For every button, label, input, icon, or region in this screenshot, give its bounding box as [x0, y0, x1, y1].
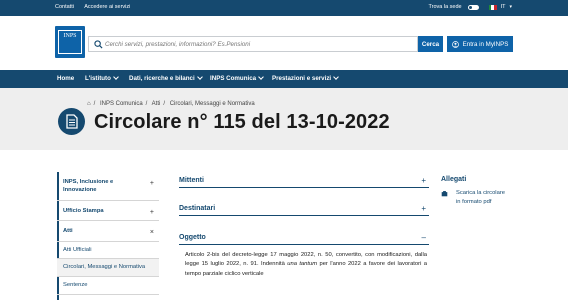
contatti-link[interactable]: Contatti	[55, 4, 74, 10]
top-links: Contatti Accedere ai servizi	[55, 4, 139, 10]
logo-text: INPS	[63, 33, 77, 39]
nav-prestazioni[interactable]: Prestazioni e servizi	[272, 75, 338, 82]
attachments-panel: Allegati Scarica la circolare in formato…	[441, 176, 511, 207]
accordion-label: Destinatari	[179, 205, 216, 212]
oggetto-text: Articolo 2-bis del decreto-legge 17 magg…	[179, 251, 429, 279]
main-nav: Home L'istituto Dati, ricerche e bilanci…	[0, 70, 568, 88]
search-box	[88, 36, 418, 52]
language-selector[interactable]: IT	[501, 4, 506, 10]
sidebar-item-label: Atti	[63, 228, 73, 235]
accordion-destinatari[interactable]: Destinatari +	[179, 202, 429, 216]
page-title: Circolare n° 115 del 13-10-2022	[94, 111, 390, 133]
nav-dati-ricerche[interactable]: Dati, ricerche e bilanci	[129, 75, 202, 82]
accordion-header[interactable]: Oggetto –	[179, 231, 429, 245]
plus-icon: +	[421, 176, 426, 185]
breadcrumb-item[interactable]: INPS Comunica	[100, 101, 143, 107]
accordion-label: Oggetto	[179, 234, 206, 241]
chevron-down-icon: ▾	[509, 4, 512, 10]
expand-icon: +	[149, 180, 154, 187]
download-pdf-link[interactable]: Scarica la circolare in formato pdf	[441, 189, 511, 207]
accordion-oggetto: Oggetto – Articolo 2-bis del decreto-leg…	[179, 231, 429, 279]
sidebar-item-atti-ufficiali[interactable]: Atti Ufficiali	[57, 242, 159, 260]
accordion-mittenti[interactable]: Mittenti +	[179, 174, 429, 188]
accordion-label: Mittenti	[179, 177, 204, 184]
search-input[interactable]	[105, 37, 415, 51]
login-label: Entra in MyINPS	[462, 40, 509, 48]
search-icon	[94, 40, 103, 49]
close-icon: ×	[149, 229, 154, 237]
site-header: INPS Cerca Entra in MyINPS	[0, 16, 568, 70]
sidebar-item-circolari[interactable]: Circolari, Messaggi e Normativa	[57, 259, 159, 277]
nav-home[interactable]: Home	[57, 75, 74, 82]
breadcrumb: ⌂ / INPS Comunica / Atti / Circolari, Messa…	[87, 101, 255, 107]
top-right-tools: Trova la sede IT ▾	[428, 4, 512, 10]
nav-inps-comunica[interactable]: INPS Comunica	[210, 75, 263, 82]
sidebar-item-label: Ufficio Stampa	[63, 207, 104, 214]
accedere-servizi-link[interactable]: Accedere ai servizi	[84, 4, 130, 10]
sidebar: INPS, Inclusione e Innovazione + Ufficio…	[57, 172, 159, 295]
download-icon	[441, 191, 448, 197]
italy-flag-icon	[488, 4, 497, 10]
accordion-header[interactable]: Mittenti +	[179, 174, 429, 188]
breadcrumb-item[interactable]: Atti	[152, 101, 161, 107]
user-icon	[451, 40, 459, 48]
logo-frame: INPS	[58, 30, 82, 54]
sidebar-item-ufficio-stampa[interactable]: Ufficio Stampa +	[57, 201, 159, 222]
find-office-label[interactable]: Trova la sede	[428, 4, 461, 10]
sidebar-item-label: INPS, Inclusione e Innovazione	[63, 179, 114, 194]
top-utility-bar: Contatti Accedere ai servizi Trova la se…	[0, 0, 568, 16]
expand-icon: +	[149, 208, 154, 216]
sidebar-item-sentenze[interactable]: Sentenze	[57, 277, 159, 295]
toggle-switch[interactable]	[467, 4, 479, 10]
search-button[interactable]: Cerca	[418, 36, 443, 52]
sidebar-item-inclusione[interactable]: INPS, Inclusione e Innovazione +	[57, 172, 159, 201]
page-hero: ⌂ / INPS Comunica / Atti / Circolari, Messa…	[0, 88, 568, 150]
plus-icon: +	[421, 204, 426, 213]
sidebar-item-atti[interactable]: Atti ×	[57, 221, 159, 242]
accordion-header[interactable]: Destinatari +	[179, 202, 429, 216]
document-icon	[58, 108, 85, 135]
login-button[interactable]: Entra in MyINPS	[447, 36, 513, 52]
home-icon[interactable]: ⌂	[87, 101, 91, 107]
breadcrumb-item-current[interactable]: Circolari, Messaggi e Normativa	[170, 101, 255, 107]
attachments-title: Allegati	[441, 176, 467, 183]
oggetto-text-italic: una tantum	[287, 261, 318, 268]
download-label: Scarica la circolare in formato pdf	[456, 190, 505, 205]
nav-istituto[interactable]: L'istituto	[85, 75, 118, 82]
minus-icon: –	[421, 233, 426, 242]
inps-logo[interactable]: INPS	[55, 26, 85, 58]
